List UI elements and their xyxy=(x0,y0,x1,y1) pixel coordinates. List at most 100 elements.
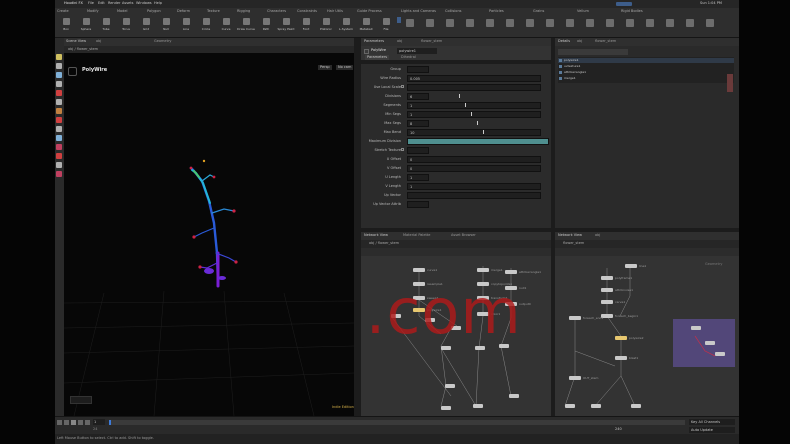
key-all-field[interactable]: Key All Channels xyxy=(689,419,735,425)
menu-render[interactable]: Render xyxy=(108,1,120,6)
network-node[interactable] xyxy=(691,326,701,330)
viewport-tool-icon[interactable] xyxy=(56,153,62,159)
network-node[interactable] xyxy=(445,384,455,388)
subtab-dihedral[interactable]: Dihedral xyxy=(401,55,416,60)
menu-help[interactable]: Help xyxy=(154,1,162,6)
viewport-tool-icon[interactable] xyxy=(56,99,62,105)
tab-obj[interactable]: obj xyxy=(96,39,101,44)
param-field[interactable]: 0 xyxy=(407,156,541,163)
viewport-tool-icon[interactable] xyxy=(56,90,62,96)
netleft-path[interactable]: obj / flower_stem xyxy=(369,241,399,246)
param-field[interactable]: 1 xyxy=(407,102,541,109)
shelf-tool[interactable]: Torus xyxy=(117,17,135,37)
param-field[interactable]: 1 xyxy=(407,111,541,118)
network-node[interactable] xyxy=(631,404,641,408)
shelf-tab[interactable]: Rigging xyxy=(237,9,250,14)
param-field[interactable]: 0.005 xyxy=(407,75,541,82)
lights-tab[interactable]: Rigid Bodies xyxy=(621,9,643,14)
light-tool-icon[interactable] xyxy=(466,19,474,27)
tab-scene-view[interactable]: Scene View xyxy=(66,39,86,44)
shelf-tool[interactable]: Spray Paint xyxy=(277,17,295,37)
checkbox[interactable] xyxy=(401,85,404,88)
netright-path[interactable]: flower_stem xyxy=(563,241,584,246)
stop-icon[interactable] xyxy=(71,420,76,425)
step-back-icon[interactable] xyxy=(64,420,69,425)
shelf-tab[interactable]: Modify xyxy=(87,9,99,14)
viewport-tool-icon[interactable] xyxy=(56,171,62,177)
tab-details-obj[interactable]: obj xyxy=(577,39,582,44)
param-field[interactable] xyxy=(407,138,549,145)
light-tool-icon[interactable] xyxy=(546,19,554,27)
network-node[interactable] xyxy=(615,356,627,360)
network-node[interactable] xyxy=(565,404,575,408)
details-item[interactable]: attribwrangle1 xyxy=(558,70,734,75)
tab-asset-browser[interactable]: Asset Browser xyxy=(451,233,476,238)
light-tool-icon[interactable] xyxy=(666,19,674,27)
tab-network-view[interactable]: Network View xyxy=(364,233,388,238)
shelf-tool[interactable]: Grid xyxy=(137,17,155,37)
shelf-tool[interactable]: Metaball xyxy=(357,17,375,37)
play-back-icon[interactable] xyxy=(57,420,62,425)
shelf-tool[interactable]: Null xyxy=(157,17,175,37)
light-tool-icon[interactable] xyxy=(446,19,454,27)
persp-menu[interactable]: Persp xyxy=(318,65,332,70)
tab-net-obj[interactable]: obj xyxy=(595,233,600,238)
shelf-tab[interactable]: Constraints xyxy=(297,9,317,14)
network-node[interactable] xyxy=(615,336,627,340)
shelf-tool[interactable]: Box xyxy=(57,17,75,37)
param-field[interactable] xyxy=(407,66,429,73)
viewport-tool-icon[interactable] xyxy=(56,54,62,60)
light-tool-icon[interactable] xyxy=(706,19,714,27)
param-field[interactable]: 10 xyxy=(407,129,541,136)
light-tool-icon[interactable] xyxy=(426,19,434,27)
slider-handle[interactable] xyxy=(477,121,478,125)
network-node[interactable] xyxy=(601,288,613,292)
network-editor-left[interactable]: curve1 resample1 sweep1 polywire1 merge1 copy… xyxy=(361,256,551,416)
slider-handle[interactable] xyxy=(459,94,460,98)
param-path[interactable]: flower_stem xyxy=(421,39,442,44)
shelf-tool[interactable]: Sphere xyxy=(77,17,95,37)
shelf-tab[interactable]: Polygon xyxy=(147,9,161,14)
details-item[interactable]: uvtexture1 xyxy=(558,64,734,69)
camera-menu[interactable]: No cam xyxy=(336,65,354,70)
viewport-tool-icon[interactable] xyxy=(56,126,62,132)
network-node[interactable] xyxy=(601,276,613,280)
viewport-tool-icon[interactable] xyxy=(56,108,62,114)
light-tool-icon[interactable] xyxy=(586,19,594,27)
shelf-tool[interactable]: Font xyxy=(297,17,315,37)
network-node[interactable] xyxy=(509,394,519,398)
shelf-tab[interactable]: Characters xyxy=(267,9,286,14)
tab-material-palette[interactable]: Material Palette xyxy=(403,233,430,238)
param-field[interactable]: 1 xyxy=(407,183,541,190)
shelf-tool[interactable]: L-System xyxy=(337,17,355,37)
shelf-tool[interactable]: File xyxy=(377,17,395,37)
param-field[interactable] xyxy=(407,147,429,154)
network-node[interactable] xyxy=(601,300,613,304)
viewport-tool-icon[interactable] xyxy=(56,144,62,150)
param-field[interactable]: 0 xyxy=(407,165,541,172)
auto-update-field[interactable]: Auto Update xyxy=(689,427,735,433)
shelf-tab[interactable]: Deform xyxy=(177,9,190,14)
shelf-tab[interactable]: Guide Process xyxy=(357,9,382,14)
param-field[interactable] xyxy=(407,84,541,91)
menu-edit[interactable]: Edit xyxy=(98,1,105,6)
lights-tab[interactable]: Vellum xyxy=(577,9,589,14)
menu-assets[interactable]: Assets xyxy=(122,1,133,6)
light-tool-icon[interactable] xyxy=(506,19,514,27)
tab-details[interactable]: Details xyxy=(558,39,570,44)
light-tool-icon[interactable] xyxy=(486,19,494,27)
viewport-tool-icon[interactable] xyxy=(56,135,62,141)
lights-tab[interactable]: Lights and Cameras xyxy=(401,9,436,14)
menu-file[interactable]: File xyxy=(88,1,94,6)
menu-windows[interactable]: Windows xyxy=(136,1,152,6)
viewport-tool-icon[interactable] xyxy=(56,117,62,123)
network-node[interactable] xyxy=(715,352,725,356)
param-field[interactable]: 1 xyxy=(407,174,429,181)
checkbox[interactable] xyxy=(401,148,404,151)
light-tool-icon[interactable] xyxy=(566,19,574,27)
playhead[interactable] xyxy=(109,420,111,425)
light-tool-icon[interactable] xyxy=(686,19,694,27)
shelf-tab[interactable]: Hair Utils xyxy=(327,9,343,14)
details-scroll-marker[interactable] xyxy=(727,74,733,92)
timeline-slider[interactable] xyxy=(109,420,685,425)
